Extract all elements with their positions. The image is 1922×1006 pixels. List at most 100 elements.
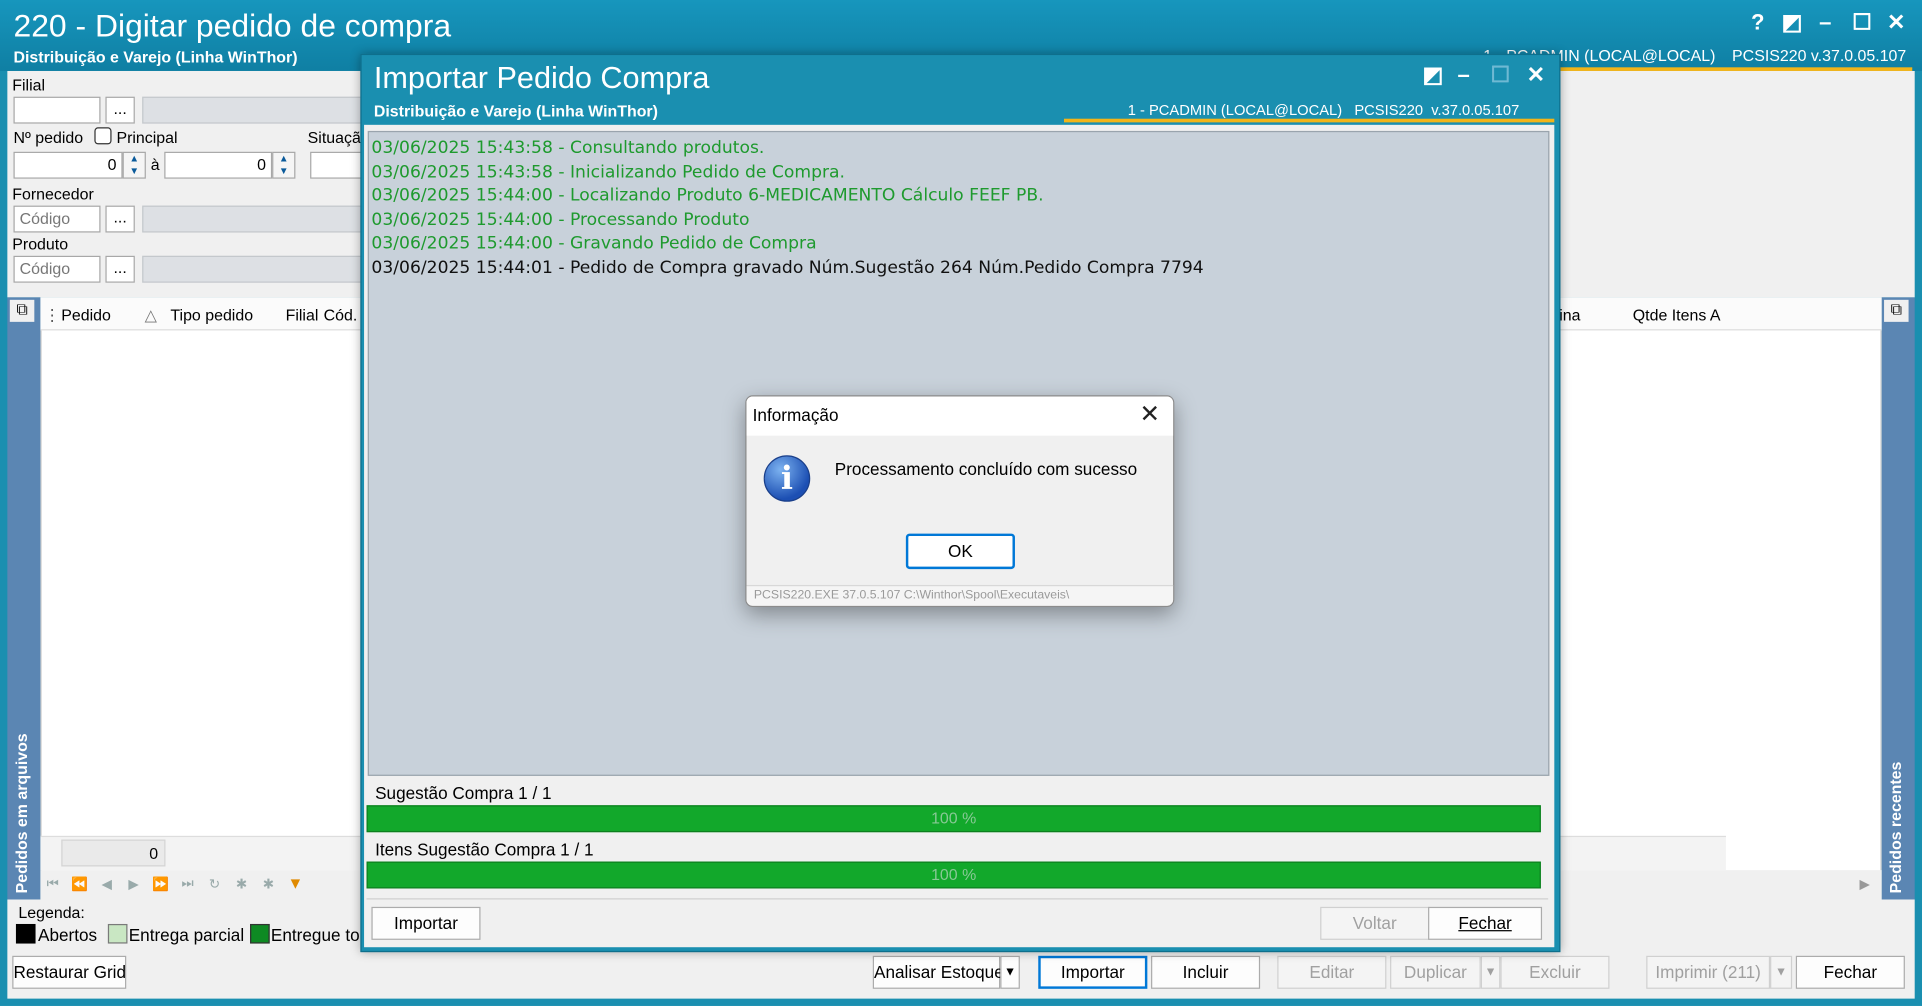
nav-prev-icon[interactable]: ◀ (94, 876, 119, 892)
filter-icon[interactable]: ▼ (283, 874, 308, 892)
progress2-text: 100 % (931, 865, 977, 884)
dialog-maximize-icon[interactable]: ☐ (1487, 62, 1514, 88)
pedido-from-input[interactable]: 0 (13, 151, 123, 179)
fornecedor-lookup-button[interactable]: ... (105, 205, 135, 233)
col-tipo-pedido[interactable]: Tipo pedido (170, 306, 253, 324)
dialog-accent-line (1063, 118, 1555, 123)
dialog-separator (366, 898, 1549, 900)
restaurar-grid-button[interactable]: Restaurar Grid (12, 955, 127, 989)
range-to-label: à (150, 155, 160, 174)
incluir-button[interactable]: Incluir (1151, 955, 1261, 989)
col-filial[interactable]: Filial (286, 306, 319, 324)
filial-description (142, 96, 363, 124)
col-qtde-itens[interactable]: Qtde Itens A (1633, 306, 1721, 324)
close-icon[interactable]: ✕ (1883, 10, 1910, 36)
nav-last-icon[interactable]: ⏭ (175, 876, 200, 892)
filial-input[interactable] (13, 96, 101, 124)
analisar-estoque-button[interactable]: Analisar Estoque (872, 955, 1004, 989)
window-title: 220 - Digitar pedido de compra (13, 7, 452, 45)
window-subtitle: Distribuição e Varejo (Linha WinThor) (13, 47, 298, 67)
fornecedor-label: Fornecedor (12, 184, 94, 204)
legend-abertos: Abertos (37, 925, 98, 945)
legend-parcial-swatch (107, 923, 128, 944)
import-dialog-info: 1 - PCADMIN (LOCAL@LOCAL) PCSIS220 v.37.… (1127, 101, 1520, 119)
pedido-to-spinner[interactable]: ▲ ▼ (272, 151, 296, 179)
nav-next-page-icon[interactable]: ⏩ (148, 876, 173, 892)
produto-lookup-button[interactable]: ... (105, 255, 135, 283)
legend-title: Legenda: (18, 903, 85, 922)
restore-window-icon[interactable]: ◩ (1779, 10, 1806, 36)
log-line: 03/06/2025 15:44:01 - Pedido de Compra g… (371, 258, 1204, 278)
log-line: 03/06/2025 15:44:00 - Localizando Produt… (371, 186, 1044, 206)
dialog-voltar-button[interactable]: Voltar (1320, 906, 1430, 940)
right-float-icon[interactable]: ⧉ (1884, 299, 1909, 322)
produto-description (142, 255, 363, 283)
message-box-status: PCSIS220.EXE 37.0.5.107 C:\Winthor\Spool… (753, 588, 1070, 603)
nav-prev-page-icon[interactable]: ⏪ (67, 876, 92, 892)
log-line: 03/06/2025 15:43:58 - Inicializando Pedi… (371, 162, 846, 182)
col-partial-ina[interactable]: ina (1559, 306, 1580, 324)
progress2-label: Itens Sugestão Compra 1 / 1 (375, 839, 594, 860)
produto-input[interactable]: Código (13, 255, 101, 283)
info-icon: i (763, 455, 811, 502)
message-box-title: Informação (752, 405, 839, 425)
legend-parcial: Entrega parcial (128, 925, 245, 945)
dialog-minimize-icon[interactable]: – (1450, 62, 1477, 88)
analisar-dropdown-icon[interactable]: ▼ (1000, 955, 1020, 989)
import-dialog-title: Importar Pedido Compra (373, 61, 710, 96)
legend-entregue-swatch (250, 923, 270, 944)
situacao-select[interactable] (310, 151, 366, 179)
principal-checkbox[interactable] (94, 127, 112, 145)
maximize-icon[interactable]: ☐ (1849, 10, 1876, 36)
dialog-importar-button[interactable]: Importar (371, 906, 481, 940)
log-line: 03/06/2025 15:44:00 - Gravando Pedido de… (371, 234, 817, 254)
left-side-tab-label: Pedidos em arquivos (12, 733, 31, 894)
minimize-icon[interactable]: – (1812, 10, 1839, 36)
produto-label: Produto (12, 234, 69, 254)
import-dialog-subtitle: Distribuição e Varejo (Linha WinThor) (373, 101, 658, 120)
legend-entregue: Entregue to (270, 925, 360, 945)
fornecedor-description (142, 205, 363, 233)
grid-columns-icon[interactable]: ⋮ (44, 306, 60, 326)
progress1-label: Sugestão Compra 1 / 1 (375, 783, 552, 803)
nav-first-icon[interactable]: ⏮ (40, 876, 65, 892)
log-line: 03/06/2025 15:43:58 - Consultando produt… (371, 138, 765, 158)
log-line: 03/06/2025 15:44:00 - Processando Produt… (371, 210, 750, 230)
pedido-to-input[interactable]: 0 (164, 151, 273, 179)
nav-insert-icon[interactable]: ✱ (229, 876, 254, 892)
legend-abertos-swatch (15, 923, 36, 944)
filial-lookup-button[interactable]: ... (105, 96, 135, 124)
importar-button[interactable]: Importar (1038, 955, 1148, 989)
nav-next-icon[interactable]: ▶ (121, 876, 146, 892)
right-side-tab-label: Pedidos recentes (1886, 761, 1905, 894)
progress1-text: 100 % (931, 808, 977, 828)
nav-append-icon[interactable]: ✱ (256, 876, 281, 892)
pedido-from-spinner[interactable]: ▲ ▼ (122, 151, 146, 179)
ok-button[interactable]: OK (905, 533, 1015, 570)
version-info: PCSIS220 v.37.0.05.107 (1732, 46, 1907, 65)
duplicar-dropdown-icon[interactable]: ▼ (1480, 955, 1501, 989)
imprimir-button[interactable]: Imprimir (211) (1646, 955, 1771, 989)
excluir-button[interactable]: Excluir (1500, 955, 1610, 989)
situacao-label: Situaçã (307, 128, 361, 147)
editar-button[interactable]: Editar (1277, 955, 1387, 989)
sort-asc-icon: △ (144, 305, 157, 325)
dialog-close-icon[interactable]: ✕ (1522, 62, 1549, 88)
dialog-restore-icon[interactable]: ◩ (1419, 62, 1446, 88)
imprimir-dropdown-icon[interactable]: ▼ (1770, 955, 1793, 989)
progress1-bar: 100 % (366, 805, 1541, 833)
grid-footer-count: 0 (61, 839, 166, 867)
col-pedido[interactable]: Pedido (61, 306, 111, 324)
progress2-bar: 100 % (366, 861, 1541, 889)
fechar-main-button[interactable]: Fechar (1795, 955, 1905, 989)
help-icon[interactable]: ? (1744, 10, 1771, 36)
left-float-icon[interactable]: ⧉ (9, 299, 35, 322)
scroll-right-icon[interactable]: ▶ (1860, 876, 1870, 892)
nav-refresh-icon[interactable]: ↻ (202, 876, 227, 892)
message-box-close-icon[interactable]: ✕ (1136, 399, 1163, 430)
col-cod[interactable]: Cód. (324, 306, 358, 324)
duplicar-button[interactable]: Duplicar (1390, 955, 1481, 989)
message-box: Informação ✕ i Processamento concluído c… (745, 395, 1175, 608)
dialog-fechar-button[interactable]: Fechar (1428, 906, 1543, 940)
fornecedor-input[interactable]: Código (13, 205, 101, 233)
